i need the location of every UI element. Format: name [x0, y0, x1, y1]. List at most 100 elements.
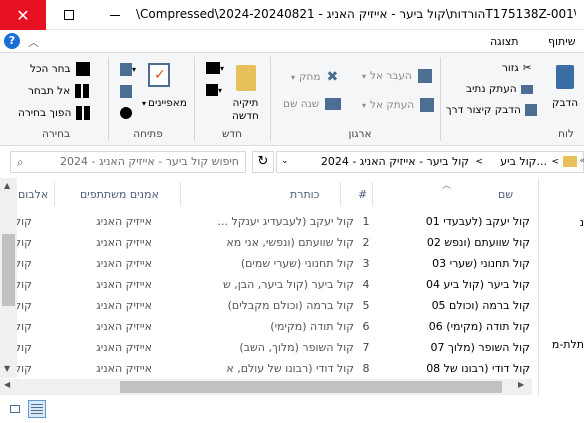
scroll-up-icon[interactable]: ▲	[4, 181, 10, 190]
search-input[interactable]: ⌕ חיפוש קול ביער - אייזיק האניג - 2024	[10, 151, 246, 173]
group-label-clipboard: לוח	[558, 128, 574, 140]
nav-item[interactable]: נ	[580, 216, 584, 229]
vertical-scrollbar[interactable]: ▲ ▼	[0, 178, 17, 378]
track-number: 5	[362, 299, 370, 312]
details-view-button[interactable]	[28, 400, 46, 418]
help-icon[interactable]: ?	[4, 33, 20, 49]
chevron-up-icon[interactable]: ︿	[28, 34, 39, 50]
folder-icon	[563, 156, 577, 167]
track-artist: אייזיק האניג	[96, 278, 152, 291]
group-divider	[194, 57, 195, 141]
track-title: קול יעקב (לעבעדיג יענקל ...	[217, 215, 354, 228]
column-header-number[interactable]: #	[358, 180, 367, 208]
horizontal-scrollbar[interactable]: ◀ ▶	[0, 379, 532, 395]
edit-button[interactable]	[120, 85, 132, 98]
delete-label: מחק	[299, 71, 321, 83]
tab-view[interactable]: תצוגה	[490, 35, 518, 48]
paste-shortcut-icon	[524, 104, 537, 116]
table-row[interactable]: קול שוועתם (ונפש 02 2 קול שוועתם (ונפשי,…	[5, 233, 532, 254]
invert-selection-button[interactable]: הפוך בחירה	[18, 106, 91, 120]
table-row[interactable]: קול יעקב (לעבעדי 01 1 קול יעקב (לעבעדיג …	[5, 212, 532, 233]
invert-selection-icon	[76, 106, 91, 120]
copy-path-button[interactable]: העתק נתיב	[466, 83, 533, 95]
breadcrumb-overflow-icon[interactable]: «	[579, 156, 584, 166]
column-header-name[interactable]: שם	[498, 180, 513, 208]
open-button[interactable]: ▾	[120, 63, 136, 76]
cut-button[interactable]: גזור ✂	[502, 62, 532, 74]
group-label-organize: ארגון	[348, 128, 372, 140]
file-name: קול שוועתם (ונפש 02	[426, 236, 530, 249]
group-divider	[440, 57, 441, 141]
track-artist: אייזיק האניג	[96, 215, 152, 228]
breadcrumb-parent[interactable]: קול ביע...	[500, 155, 547, 168]
column-divider[interactable]	[54, 182, 55, 206]
easy-access-icon	[206, 84, 218, 96]
history-button[interactable]	[120, 107, 132, 119]
table-row[interactable]: קול ביער (קול ביע 04 4 קול ביער (קול ביע…	[5, 275, 532, 296]
open-icon	[120, 63, 132, 76]
track-number: 8	[362, 362, 370, 375]
column-header-album[interactable]: אלבום	[18, 180, 48, 208]
table-row[interactable]: קול תחנוני (שערי 03 3 קול תחנוני (שערי ש…	[5, 254, 532, 275]
title-bar: ✕ \Compressed\הורדות\קול ביער - אייזיק ה…	[0, 0, 584, 30]
scroll-thumb[interactable]	[120, 381, 502, 393]
refresh-button[interactable]: ↻	[252, 151, 274, 173]
history-icon	[120, 107, 132, 119]
address-bar[interactable]: ⌄ קול ביער - אייזיק האניג - 2024 < קול ב…	[276, 151, 584, 173]
paste-label: הדבק	[552, 97, 579, 109]
large-icons-view-button[interactable]	[6, 400, 24, 418]
paste-shortcut-button[interactable]: הדבק קיצור דרך	[446, 104, 537, 116]
select-all-button[interactable]: בחר הכל	[30, 62, 90, 76]
chevron-down-icon[interactable]: ⌄	[281, 156, 289, 166]
table-row[interactable]: קול השופר (מלוך 07 7 קול השופר (מלוך, הש…	[5, 338, 532, 359]
breadcrumb-separator-icon[interactable]: <	[551, 157, 559, 167]
checkmark-icon: ✓	[154, 67, 166, 83]
invert-selection-label: הפוך בחירה	[18, 107, 72, 119]
track-artist: אייזיק האניג	[96, 236, 152, 249]
nav-item[interactable]: תלת-מ	[552, 338, 584, 351]
new-folder-label: תיקיה חדשה	[232, 97, 259, 122]
close-button[interactable]: ✕	[0, 0, 46, 30]
scroll-thumb[interactable]	[2, 234, 15, 306]
track-title: קול תודה (מקימי)	[270, 320, 354, 333]
minimize-button[interactable]	[92, 0, 138, 30]
select-all-label: בחר הכל	[30, 63, 71, 75]
paste-button[interactable]: הדבק	[552, 97, 578, 109]
scroll-right-icon[interactable]: ▶	[518, 380, 524, 389]
column-divider[interactable]	[340, 182, 341, 206]
paste-icon	[556, 65, 574, 89]
column-divider[interactable]	[372, 182, 373, 206]
column-header-title[interactable]: כותרת	[290, 180, 319, 208]
copy-to-button[interactable]: ▾ העתק אל	[362, 98, 435, 112]
select-none-button[interactable]: אל תבחר	[28, 84, 90, 98]
navigation-pane: נ תלת-מ	[539, 178, 584, 396]
properties-button[interactable]: ▾ מאפיינים	[142, 97, 187, 109]
easy-access-button[interactable]: ▾	[206, 84, 222, 96]
column-divider[interactable]	[180, 182, 181, 206]
breadcrumb-separator-icon[interactable]: <	[475, 157, 483, 167]
paste-shortcut-label: הדבק קיצור דרך	[446, 104, 521, 116]
status-bar	[0, 396, 584, 423]
move-to-button[interactable]: ▾ העבר אל	[362, 69, 432, 83]
maximize-button[interactable]	[46, 0, 92, 30]
group-label-open: פתיחה	[133, 128, 163, 140]
search-placeholder: חיפוש קול ביער - אייזיק האניג - 2024	[60, 155, 239, 168]
track-artist: אייזיק האניג	[96, 299, 152, 312]
address-row: ⌕ חיפוש קול ביער - אייזיק האניג - 2024 ↻…	[0, 146, 584, 178]
new-folder-button[interactable]: תיקיה חדשה	[232, 97, 259, 123]
scroll-left-icon[interactable]: ◀	[4, 380, 10, 389]
scroll-down-icon[interactable]: ▼	[4, 364, 10, 373]
table-row[interactable]: קול תודה (מקימי) 06 6 קול תודה (מקימי) א…	[5, 317, 532, 338]
copy-path-icon	[520, 84, 533, 94]
delete-button[interactable]: ▾ מחק ✖	[291, 69, 338, 85]
tab-share[interactable]: שיתוף	[548, 35, 576, 48]
table-row[interactable]: קול ברמה (וכולם 05 5 קול ברמה (וכולם מקב…	[5, 296, 532, 317]
breadcrumb-current[interactable]: קול ביער - אייזיק האניג - 2024	[321, 155, 469, 168]
track-title: קול ביער (קול ביער, הבן, ש	[222, 278, 354, 291]
table-row[interactable]: קול דודי (רבונו של 08 8 קול דודי (רבונו …	[5, 359, 532, 380]
rename-button[interactable]: שנה שם	[283, 98, 342, 110]
column-header-artists[interactable]: אמנים משתתפים	[80, 180, 159, 208]
new-item-button[interactable]: ▾	[206, 62, 224, 74]
minimize-icon	[110, 14, 120, 16]
file-name: קול דודי (רבונו של 08	[426, 362, 530, 375]
